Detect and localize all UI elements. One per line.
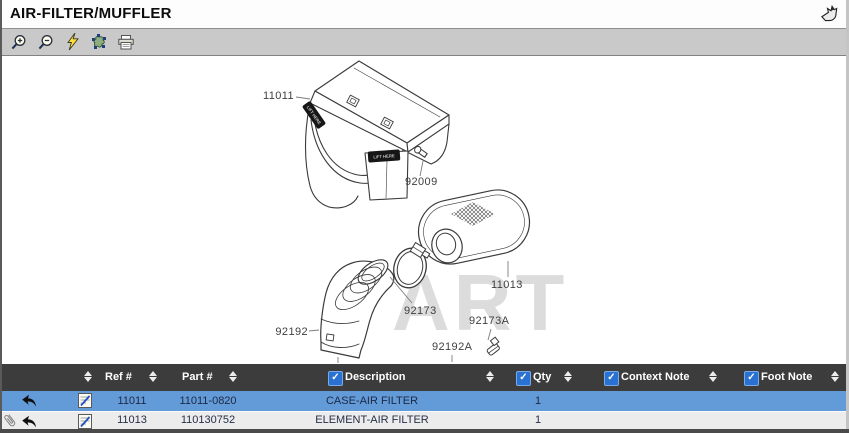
column-header-part[interactable]: Part # xyxy=(182,364,213,391)
part-label-92009[interactable]: 92009 xyxy=(405,176,438,189)
sort-icon[interactable] xyxy=(228,371,238,382)
sort-icon[interactable] xyxy=(485,371,495,382)
column-header-context-note[interactable]: Context Note xyxy=(621,364,689,391)
column-header-description[interactable]: Description xyxy=(345,364,406,391)
ref-cell: 11011 xyxy=(102,391,162,411)
table-row[interactable]: 11011 11011-0820 CASE-AIR FILTER 1 xyxy=(2,391,846,411)
description-cell: ELEMENT-AIR FILTER xyxy=(272,412,472,429)
sort-icon[interactable] xyxy=(148,371,158,382)
zoom-out-button[interactable] xyxy=(36,33,54,51)
qty-cell: 1 xyxy=(508,391,568,411)
description-checkbox[interactable]: ✓ xyxy=(328,371,343,386)
notepad-icon[interactable] xyxy=(78,393,92,408)
print-icon xyxy=(118,35,134,50)
hand-icon[interactable] xyxy=(818,3,840,25)
diagram-area: ART xyxy=(2,56,846,364)
sort-icon[interactable] xyxy=(563,371,573,382)
page-title: AIR-FILTER/MUFFLER xyxy=(10,0,172,28)
zoom-out-icon xyxy=(37,34,54,51)
part-cell: 11011-0820 xyxy=(165,391,251,411)
ref-cell: 11013 xyxy=(102,412,162,429)
foot-note-checkbox[interactable]: ✓ xyxy=(744,371,759,386)
notepad-icon[interactable] xyxy=(78,414,92,429)
app-window: AIR-FILTER/MUFFLER xyxy=(0,0,849,433)
lightning-button[interactable] xyxy=(63,33,81,51)
sort-icon[interactable] xyxy=(708,371,718,382)
column-header-ref[interactable]: Ref # xyxy=(105,364,132,391)
qty-checkbox[interactable]: ✓ xyxy=(516,371,531,386)
part-label-92173[interactable]: 92173 xyxy=(404,305,437,318)
column-header-foot-note[interactable]: Foot Note xyxy=(761,364,812,391)
air-duct-elbow-drawing[interactable] xyxy=(321,255,394,358)
hotspot-button[interactable] xyxy=(90,33,108,51)
context-note-checkbox[interactable]: ✓ xyxy=(604,371,619,386)
column-header-qty[interactable]: Qty xyxy=(533,364,551,391)
undo-arrow-icon[interactable] xyxy=(19,415,37,429)
part-cell: 110130752 xyxy=(165,412,251,429)
table-row[interactable]: 11013 110130752 ELEMENT-AIR FILTER 1 xyxy=(2,411,846,430)
window-bottom-border xyxy=(0,429,849,433)
part-label-92192[interactable]: 92192 xyxy=(266,326,308,339)
zoom-in-icon xyxy=(10,34,27,51)
lightning-icon xyxy=(66,33,79,51)
part-label-11013[interactable]: 11013 xyxy=(491,279,523,292)
hotspot-icon xyxy=(91,34,107,50)
qty-cell: 1 xyxy=(508,412,568,429)
paperclip-icon[interactable] xyxy=(0,410,19,430)
print-button[interactable] xyxy=(117,33,135,51)
part-label-11011[interactable]: 11011 xyxy=(252,90,294,103)
table-header: Ref # Part # ✓ Description ✓ Qty ✓ Conte… xyxy=(2,364,846,391)
description-cell: CASE-AIR FILTER xyxy=(272,391,472,411)
undo-arrow-icon[interactable] xyxy=(19,394,37,408)
sort-icon[interactable] xyxy=(830,371,840,382)
part-label-92173a[interactable]: 92173A xyxy=(469,315,509,328)
title-bar: AIR-FILTER/MUFFLER xyxy=(2,0,846,29)
part-label-92192a[interactable]: 92192A xyxy=(432,341,472,354)
sort-icon[interactable] xyxy=(83,371,93,382)
zoom-in-button[interactable] xyxy=(9,33,27,51)
toolbar xyxy=(2,29,846,56)
